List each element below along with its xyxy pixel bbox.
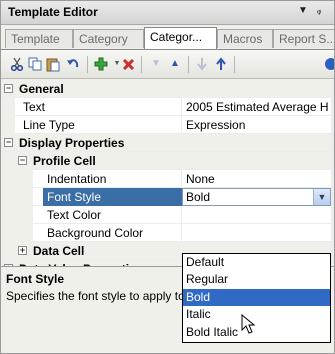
property-row-background-color[interactable]: Background Color: [1, 224, 334, 242]
undo-icon[interactable]: [65, 56, 81, 72]
toolbar-separator: [234, 56, 235, 73]
property-row-font-style[interactable]: Font Style Bold ▼: [1, 188, 334, 206]
toolbar-separator: [87, 56, 88, 73]
window-title: Template Editor: [8, 5, 98, 19]
description-title: Font Style: [6, 272, 65, 286]
expand-icon[interactable]: +: [18, 246, 27, 255]
move-down-icon[interactable]: ▼: [148, 56, 164, 72]
collapse-icon[interactable]: −: [4, 138, 13, 147]
vertical-scrollbar[interactable]: [331, 80, 334, 264]
category-general[interactable]: − General: [1, 80, 334, 98]
option-bold[interactable]: Bold: [183, 289, 330, 306]
property-name: Text: [23, 100, 46, 114]
property-name: Text Color: [47, 208, 102, 222]
property-row-text-color[interactable]: Text Color: [1, 206, 334, 224]
property-name: Font Style: [43, 188, 182, 206]
chevron-down-icon[interactable]: ▼: [313, 189, 330, 205]
category-label: Profile Cell: [33, 154, 96, 168]
toolbar: ▼ ▼ ▲: [1, 50, 334, 79]
category-label: Display Properties: [19, 136, 125, 150]
property-name: Indentation: [47, 172, 107, 186]
category-display-properties[interactable]: − Display Properties: [1, 134, 334, 152]
move-first-icon[interactable]: [213, 56, 229, 72]
font-style-combobox[interactable]: Bold ▼: [182, 188, 331, 206]
move-last-icon[interactable]: [194, 56, 210, 72]
copy-icon[interactable]: [27, 56, 43, 72]
category-label: General: [19, 82, 64, 96]
category-label: Data Cell: [33, 244, 85, 258]
option-regular[interactable]: Regular: [183, 271, 330, 288]
tab-template[interactable]: Template: [5, 29, 73, 48]
toolbar-separator: [188, 56, 189, 73]
category-profile-cell[interactable]: − Profile Cell: [1, 152, 334, 170]
property-value[interactable]: None: [186, 170, 334, 188]
property-row-line-type[interactable]: Line Type Expression: [1, 116, 334, 134]
help-icon[interactable]: [323, 56, 334, 72]
add-icon[interactable]: [93, 56, 109, 72]
collapse-icon[interactable]: −: [18, 156, 27, 165]
tab-macros[interactable]: Macros: [217, 29, 273, 48]
move-up-icon[interactable]: ▲: [167, 56, 183, 72]
combobox-value: Bold: [186, 190, 211, 204]
window-menu-arrow-icon[interactable]: ▼: [298, 5, 308, 16]
toolbar-separator: [141, 56, 142, 73]
tab-report-settings[interactable]: Report S...: [273, 29, 334, 48]
option-default[interactable]: Default: [183, 254, 330, 271]
collapse-icon[interactable]: −: [4, 84, 13, 93]
cut-icon[interactable]: [9, 56, 25, 72]
property-value[interactable]: Expression: [186, 116, 334, 134]
property-grid: − General Text 2005 Estimated Average H …: [1, 80, 334, 278]
paste-icon[interactable]: [45, 56, 61, 72]
tab-category-properties[interactable]: Categor...: [144, 27, 217, 49]
title-bar: Template Editor ▼ ᵩ: [1, 1, 334, 25]
property-row-text[interactable]: Text 2005 Estimated Average H: [1, 98, 334, 116]
property-value[interactable]: 2005 Estimated Average H: [186, 98, 334, 116]
property-name: Line Type: [23, 118, 75, 132]
delete-icon[interactable]: [120, 56, 136, 72]
property-name: Background Color: [47, 226, 144, 240]
property-row-indentation[interactable]: Indentation None: [1, 170, 334, 188]
tab-category[interactable]: Category: [73, 29, 144, 48]
template-editor-window: Template Editor ▼ ᵩ Template Category Ca…: [0, 0, 335, 354]
mouse-cursor-icon: [241, 314, 256, 334]
tab-strip: Template Category Categor... Macros Repo…: [1, 27, 334, 49]
pin-icon[interactable]: ᵩ: [317, 5, 321, 16]
